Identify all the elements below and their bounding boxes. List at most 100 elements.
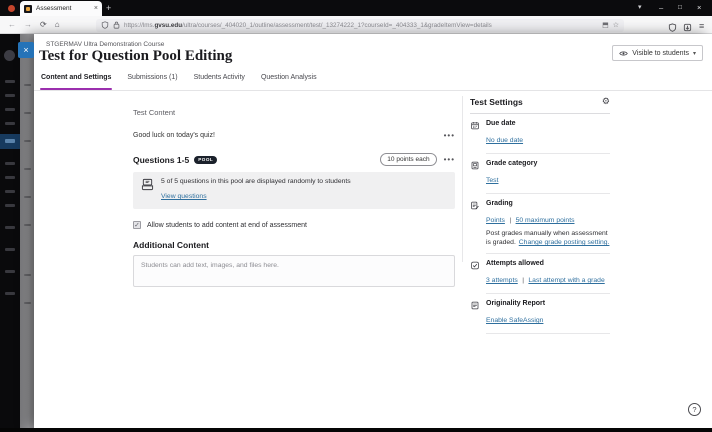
dimmed-nav-icon [5,226,15,229]
hamburger-menu-icon[interactable]: ≡ [699,21,704,31]
attempts-label: Attempts allowed [486,260,544,268]
panel-close-button[interactable]: × [18,42,34,58]
bottom-black-bar [0,428,712,432]
view-questions-link[interactable]: View questions [161,193,207,200]
originality-label: Originality Report [486,300,546,308]
pool-info-box: 5 of 5 questions in this pool are displa… [133,172,455,209]
tab-list-caret-icon[interactable]: ▾ [638,3,642,11]
instruction-overflow-menu-icon[interactable]: ••• [444,131,455,140]
maximum-points-link[interactable]: 50 maximum points [516,217,575,224]
url-text: https://lms.gvsu.edu/ultra/courses/_4040… [124,21,492,29]
lock-icon[interactable] [113,21,120,29]
dimmed-text-mark [24,168,31,170]
reload-button-icon[interactable]: ⟳ [40,20,47,29]
additional-content-editor[interactable]: Students can add text, images, and files… [133,255,455,287]
dimmed-text-mark [24,196,31,198]
question-pool-icon [141,178,154,191]
change-grade-posting-link[interactable]: Change grade posting setting. [519,239,610,246]
attempts-grade-link[interactable]: Last attempt with a grade [528,277,604,284]
grade-category-link[interactable]: Test [486,177,498,184]
back-button-icon[interactable]: ← [8,20,16,29]
panel-tabs: Content and Settings Submissions (1) Stu… [40,70,318,90]
attempts-count-link[interactable]: 3 attempts [486,277,518,284]
enable-safeassign-link[interactable]: Enable SafeAssign [486,317,543,324]
help-button[interactable]: ? [688,403,701,416]
dimmed-page-overlay[interactable] [20,34,34,428]
link-separator: | [522,277,524,285]
test-content-heading: Test Content [133,108,176,117]
dimmed-text-mark [24,112,31,114]
chevron-down-icon: ▾ [692,50,696,57]
gear-icon[interactable]: ⚙ [602,96,610,107]
column-divider [462,96,463,262]
grading-row: Grading Points | 50 maximum points Post … [470,194,610,255]
shield-permissions-icon[interactable] [101,21,109,29]
visibility-label: Visible to students [632,49,689,57]
grade-category-row: Grade category Test [470,154,610,194]
dimmed-nav-icon [5,176,15,179]
screen: Assessment × + ▾ – □ × ← → ⟳ ⌂ https://l… [0,0,712,432]
window-close-button[interactable]: × [697,3,701,12]
grade-category-icon [471,161,479,170]
attempts-row: Attempts allowed 3 attempts | Last attem… [470,254,610,295]
grading-label: Grading [486,200,513,207]
home-button-icon[interactable]: ⌂ [55,20,60,29]
bookmark-star-icon[interactable]: ☆ [613,21,619,29]
points-link[interactable]: Points [486,217,505,224]
page-title: Test for Question Pool Editing [39,48,233,64]
address-bar[interactable]: https://lms.gvsu.edu/ultra/courses/_4040… [96,18,624,32]
settings-header: Test Settings ⚙ [470,96,610,114]
additional-content-heading: Additional Content [133,240,210,250]
dimmed-text-mark [24,302,31,304]
allow-content-checkbox[interactable]: ✓ [133,221,141,229]
tab-question-analysis[interactable]: Question Analysis [260,70,318,90]
dimmed-text-mark [24,274,31,276]
dimmed-nav-icon [5,162,15,165]
no-due-date-link[interactable]: No due date [486,137,523,144]
link-separator: | [509,217,512,224]
grading-note: Post grades manually when assessment is … [486,229,610,247]
reader-view-icon[interactable]: ⬒ [602,21,609,29]
tab-close-icon[interactable]: × [94,5,98,12]
dimmed-nav-icon [5,190,15,193]
account-shield-icon[interactable] [668,23,677,32]
test-content-column: Test Content Good luck on today's quiz! … [133,108,455,287]
window-maximize-button[interactable]: □ [678,4,682,11]
assessment-panel: × STGERMAV Ultra Demonstration Course Te… [18,34,712,428]
allow-content-label: Allow students to add content at end of … [147,221,307,229]
browser-toolbar: ← → ⟳ ⌂ https://lms.gvsu.edu/ultra/cours… [0,16,712,34]
dimmed-text-mark [24,84,31,86]
due-date-label: Due date [486,120,516,127]
tab-students-activity[interactable]: Students Activity [193,70,246,90]
test-settings-column: Test Settings ⚙ Due date No due date Gra… [470,96,610,335]
window-control-dot-icon[interactable] [8,5,15,12]
visibility-dropdown[interactable]: Visible to students ▾ [612,45,703,61]
grading-icon [471,201,479,210]
tab-submissions[interactable]: Submissions (1) [126,70,178,90]
points-each-button[interactable]: 10 points each [380,153,437,166]
dimmed-text-mark [24,140,31,142]
dimmed-nav-icon [5,248,15,251]
originality-report-icon [471,302,479,310]
dimmed-nav-icon [5,94,15,97]
pool-overflow-menu-icon[interactable]: ••• [444,155,455,164]
window-minimize-button[interactable]: – [659,3,663,12]
pool-badge: POOL [194,155,218,164]
attempts-check-icon [471,262,479,270]
originality-row: Originality Report Enable SafeAssign [470,294,610,335]
tab-content-and-settings[interactable]: Content and Settings [40,70,113,90]
pool-info-text: 5 of 5 questions in this pool are displa… [161,178,351,185]
site-favicon-icon [24,4,32,13]
dimmed-nav-icon [5,80,15,83]
dimmed-nav-icon [5,270,15,273]
dimmed-nav-icon [5,108,15,111]
forward-button-icon[interactable]: → [24,20,32,29]
dimmed-nav-active-item [0,134,20,149]
browser-tab-assessment[interactable]: Assessment × [20,1,102,16]
library-save-icon[interactable] [683,23,692,32]
new-tab-button[interactable]: + [106,3,111,13]
tabs-divider [34,90,712,91]
instruction-row: Good luck on today's quiz! ••• [133,131,455,140]
allow-content-row: ✓ Allow students to add content at end o… [133,221,455,229]
dimmed-nav-icon [5,292,15,295]
